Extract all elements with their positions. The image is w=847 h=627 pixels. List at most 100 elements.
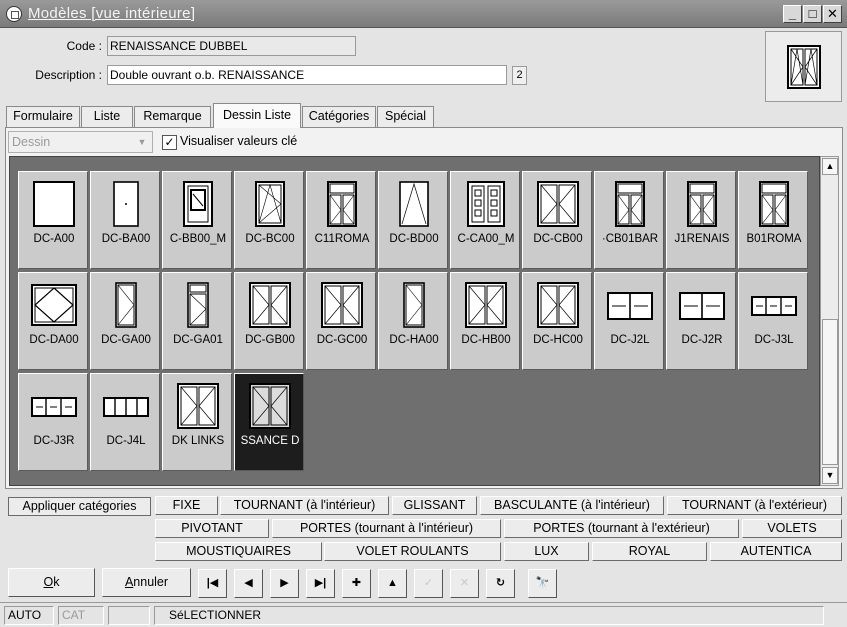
first-record-icon[interactable]: |◀ xyxy=(198,569,227,598)
category-volet-roulants[interactable]: VOLET ROULANTS xyxy=(324,542,501,561)
drawing-tile-label: DC-BD00 xyxy=(389,233,439,245)
title-bar: Modèles [vue intérieure] _ □ ✕ xyxy=(0,0,847,28)
drawing-tile-label: DC-BC00 xyxy=(245,233,295,245)
drawing-tile[interactable]: DC-A00 xyxy=(18,171,88,269)
search-binoculars-icon[interactable]: 🔭 xyxy=(528,569,557,598)
drawing-type-select[interactable]: Dessin ▼ xyxy=(8,131,153,153)
drawing-type-value: Dessin xyxy=(12,135,51,149)
drawing-tile[interactable]: C-BB00_M xyxy=(162,171,232,269)
double-transom-window-icon xyxy=(615,181,645,227)
panel-door-icon xyxy=(467,181,505,227)
model-preview xyxy=(765,31,842,102)
narrow-casement-icon xyxy=(403,282,425,328)
scroll-up-icon[interactable]: ▲ xyxy=(822,158,838,175)
drawing-tile[interactable]: DC-J3L xyxy=(738,272,808,370)
drawing-tile[interactable]: DC-DA00 xyxy=(18,272,88,370)
fixed-window-icon xyxy=(33,181,75,227)
tab-formulaire[interactable]: Formulaire xyxy=(6,106,80,127)
category-basculante-interieur[interactable]: BASCULANTE (à l'intérieur) xyxy=(480,496,664,515)
category-lux[interactable]: LUX xyxy=(504,542,589,561)
tab-remarque[interactable]: Remarque xyxy=(134,106,211,127)
move-up-icon[interactable]: ▲ xyxy=(378,569,407,598)
drawing-tile[interactable]: ·CB01BAR xyxy=(594,171,664,269)
delete-icon[interactable]: ✕ xyxy=(450,569,479,598)
drawing-tile-label: DC-GC00 xyxy=(316,334,368,346)
drawing-tile[interactable]: DC-J3R xyxy=(18,373,88,471)
drawing-tile[interactable]: C11ROMA xyxy=(306,171,376,269)
drawing-tile[interactable]: DC-BA00 xyxy=(90,171,160,269)
app-icon[interactable] xyxy=(6,6,22,22)
drawing-tile[interactable]: DC-BD00 xyxy=(378,171,448,269)
tab-dessin-liste[interactable]: Dessin Liste xyxy=(213,103,301,128)
category-pivotant[interactable]: PIVOTANT xyxy=(155,519,269,538)
show-key-values-checkbox[interactable]: ✓ xyxy=(162,135,177,150)
description-field[interactable]: Double ouvrant o.b. RENAISSANCE xyxy=(107,65,507,85)
category-fixe[interactable]: FIXE xyxy=(155,496,218,515)
scroll-thumb[interactable] xyxy=(822,319,838,465)
drawing-tile-label: DC-J2R xyxy=(681,334,723,346)
drawing-tile[interactable]: DC-CB00 xyxy=(522,171,592,269)
pivot-window-icon xyxy=(399,181,429,227)
drawing-tile-label: DC-HC00 xyxy=(533,334,583,346)
confirm-icon[interactable]: ✓ xyxy=(414,569,443,598)
ok-hotkey: O xyxy=(43,575,54,589)
code-field[interactable]: RENAISSANCE DUBBEL xyxy=(107,36,356,56)
sliding-3-icon xyxy=(751,296,797,316)
drawing-tile[interactable]: DC-HA00 xyxy=(378,272,448,370)
category-tournant-exterieur[interactable]: TOURNANT (à l'extérieur) xyxy=(667,496,842,515)
drawing-tile[interactable]: DC-J2L xyxy=(594,272,664,370)
close-button[interactable]: ✕ xyxy=(823,5,842,23)
double-casement-icon xyxy=(537,282,579,328)
drawing-tile[interactable]: DC-J4L xyxy=(90,373,160,471)
next-record-icon[interactable]: ▶ xyxy=(270,569,299,598)
category-royal[interactable]: ROYAL xyxy=(592,542,707,561)
category-portes-exterieur[interactable]: PORTES (tournant à l'extérieur) xyxy=(504,519,739,538)
category-glissant[interactable]: GLISSANT xyxy=(392,496,477,515)
category-portes-interieur[interactable]: PORTES (tournant à l'intérieur) xyxy=(272,519,501,538)
tilt-turn-window-icon xyxy=(255,181,285,227)
drawing-tile[interactable]: DC-HB00 xyxy=(450,272,520,370)
drawing-tile[interactable]: DC-BC00 xyxy=(234,171,304,269)
drawing-tile-label: DC-HA00 xyxy=(389,334,439,346)
tab-special[interactable]: Spécial xyxy=(377,106,434,127)
drawing-tile[interactable]: DC-HC00 xyxy=(522,272,592,370)
minimize-button[interactable]: _ xyxy=(783,5,802,23)
refresh-icon[interactable]: ↻ xyxy=(486,569,515,598)
drawing-tile[interactable]: SSANCE D xyxy=(234,373,304,471)
previous-record-icon[interactable]: ◀ xyxy=(234,569,263,598)
drawing-tile-label: DC-A00 xyxy=(33,233,75,245)
drawing-tile-label: DC-DA00 xyxy=(29,334,79,346)
add-record-icon[interactable]: ✚ xyxy=(342,569,371,598)
chevron-down-icon[interactable]: ▼ xyxy=(133,133,151,151)
ok-button[interactable]: Ok xyxy=(8,568,95,597)
double-casement-icon xyxy=(177,383,219,429)
category-moustiquaires[interactable]: MOUSTIQUAIRES xyxy=(155,542,322,561)
drawing-tile[interactable]: DC-GA00 xyxy=(90,272,160,370)
category-autentica[interactable]: AUTENTICA xyxy=(710,542,842,561)
narrow-transom-icon xyxy=(187,282,209,328)
tab-liste[interactable]: Liste xyxy=(81,106,133,127)
status-cat: CAT xyxy=(58,606,104,625)
category-tournant-interieur[interactable]: TOURNANT (à l'intérieur) xyxy=(220,496,389,515)
cancel-button[interactable]: Annuler xyxy=(102,568,191,597)
drawing-gallery[interactable]: DC-A00 DC-BA00 C-BB00_M DC-BC00 C11ROMA DC-BD… xyxy=(9,156,820,486)
tab-categories[interactable]: Catégories xyxy=(302,106,376,127)
scroll-down-icon[interactable]: ▼ xyxy=(822,467,838,484)
description-count-badge[interactable]: 2 xyxy=(512,66,527,85)
apply-categories-button[interactable]: Appliquer catégories xyxy=(8,497,151,516)
category-volets[interactable]: VOLETS xyxy=(742,519,842,538)
drawing-tile[interactable]: DC-GC00 xyxy=(306,272,376,370)
double-transom-window-icon xyxy=(327,181,357,227)
drawing-tile[interactable]: DC-GA01 xyxy=(162,272,232,370)
drawing-tile[interactable]: DC-J2R xyxy=(666,272,736,370)
gallery-vertical-scrollbar[interactable]: ▲ ▼ xyxy=(820,156,839,486)
drawing-tile[interactable]: C-CA00_M xyxy=(450,171,520,269)
drawing-tile-label: C-CA00_M xyxy=(457,233,515,245)
drawing-tile-label: DC-BA00 xyxy=(101,233,151,245)
drawing-tile[interactable]: DC-GB00 xyxy=(234,272,304,370)
drawing-tile[interactable]: J1RENAIS xyxy=(666,171,736,269)
drawing-tile[interactable]: B01ROMA xyxy=(738,171,808,269)
maximize-button[interactable]: □ xyxy=(803,5,822,23)
last-record-icon[interactable]: ▶| xyxy=(306,569,335,598)
drawing-tile[interactable]: DK LINKS xyxy=(162,373,232,471)
